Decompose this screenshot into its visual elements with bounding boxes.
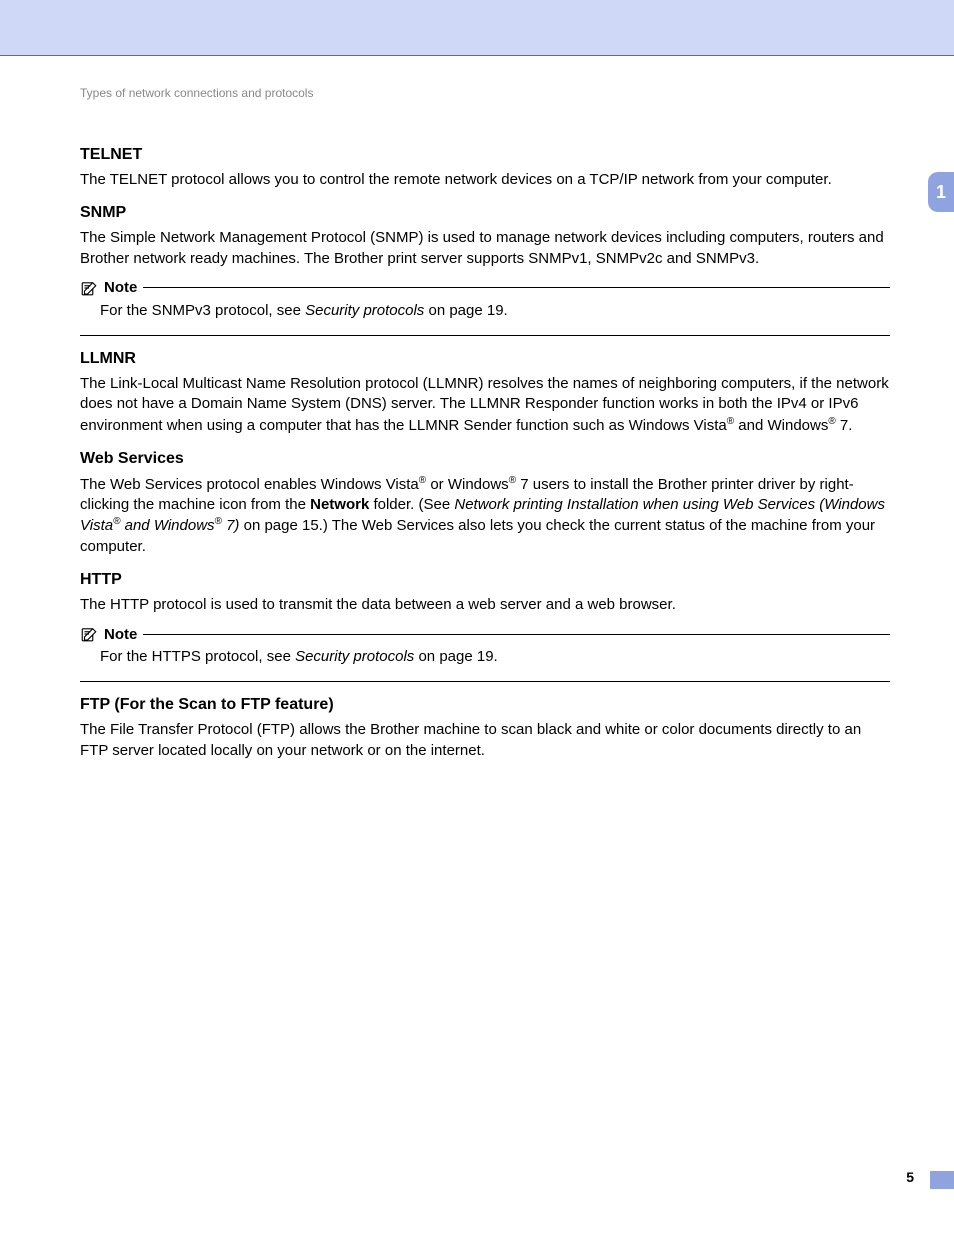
heading-snmp: SNMP <box>80 204 890 222</box>
body-webservices: The Web Services protocol enables Window… <box>80 474 890 557</box>
note-icon <box>80 279 98 297</box>
body-llmnr: The Link-Local Multicast Name Resolution… <box>80 374 890 436</box>
breadcrumb: Types of network connections and protoco… <box>80 86 313 100</box>
heading-ftp: FTP (For the Scan to FTP feature) <box>80 696 890 714</box>
body-telnet: The TELNET protocol allows you to contro… <box>80 170 890 190</box>
page-bar <box>930 1171 954 1189</box>
heading-telnet: TELNET <box>80 146 890 164</box>
heading-llmnr: LLMNR <box>80 350 890 368</box>
page-number: 5 <box>906 1169 914 1185</box>
body-ftp: The File Transfer Protocol (FTP) allows … <box>80 720 890 761</box>
chapter-tab: 1 <box>928 172 954 212</box>
note-label: Note <box>104 279 137 296</box>
note-body-http: For the HTTPS protocol, see Security pro… <box>80 643 890 675</box>
note-body-snmp: For the SNMPv3 protocol, see Security pr… <box>80 297 890 329</box>
body-snmp: The Simple Network Management Protocol (… <box>80 228 890 269</box>
page-content: TELNET The TELNET protocol allows you to… <box>80 132 890 769</box>
note-label: Note <box>104 626 137 643</box>
heading-webservices: Web Services <box>80 450 890 468</box>
heading-http: HTTP <box>80 571 890 589</box>
body-http: The HTTP protocol is used to transmit th… <box>80 595 890 615</box>
top-banner <box>0 0 954 56</box>
note-snmp: Note For the SNMPv3 protocol, see Securi… <box>80 279 890 336</box>
note-icon <box>80 625 98 643</box>
note-http: Note For the HTTPS protocol, see Securit… <box>80 625 890 682</box>
